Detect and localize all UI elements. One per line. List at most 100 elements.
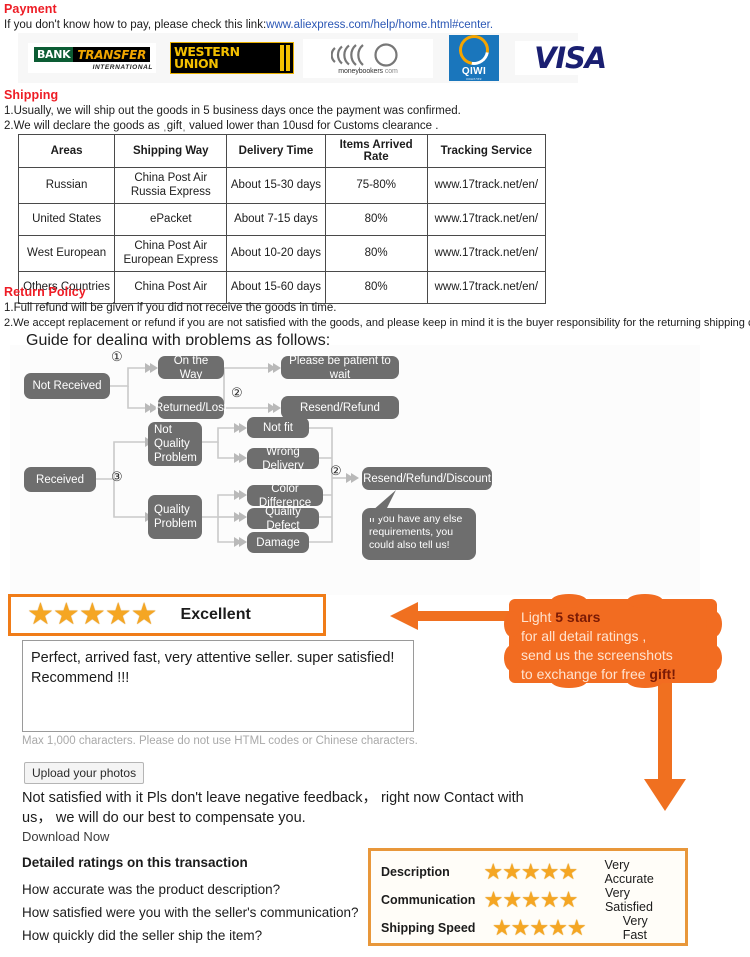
table-header-row: Areas Shipping Way Delivery Time Items A… bbox=[17, 134, 547, 168]
payment-logo-strip: BANK TRANSFER INTERNATIONAL WESTERN UNION bbox=[18, 29, 625, 83]
bank-transfer-bank-text: BANK bbox=[33, 47, 74, 62]
moneybookers-com: com bbox=[384, 67, 398, 75]
bank-transfer-transfer-text: TRANSFER bbox=[73, 47, 151, 62]
flow-node-on-the-way: On the Way bbox=[158, 355, 224, 381]
table-cell[interactable]: www.17track.net/en/ bbox=[426, 271, 547, 304]
feedback-stars[interactable]: ★★★★★ bbox=[27, 598, 158, 631]
star-icon[interactable]: ★ bbox=[502, 859, 522, 884]
star-icon[interactable]: ★ bbox=[483, 859, 503, 884]
table-cell: China Post Air bbox=[114, 271, 228, 304]
flow-node-not-fit: Not fit bbox=[247, 417, 309, 438]
callout-line3: send us the screenshots bbox=[521, 647, 673, 663]
table-row: Russian China Post Air Russia Express Abou… bbox=[17, 167, 547, 204]
table-cell: About 15-30 days bbox=[226, 167, 326, 204]
shipping-note-1: 1.Usually, we will ship out the goods in… bbox=[4, 105, 461, 117]
detailed-rating-stars[interactable]: ★★★★★ bbox=[483, 861, 600, 883]
table-cell[interactable]: www.17track.net/en/ bbox=[426, 167, 547, 204]
table-cell: About 7-15 days bbox=[226, 203, 326, 236]
table-cell: 80% bbox=[324, 203, 428, 236]
upload-photos-button[interactable]: Upload your photos bbox=[24, 762, 145, 784]
table-cell: West European bbox=[17, 235, 116, 272]
aliexpress-help-link[interactable]: www.aliexpress.com/help/home.html#center… bbox=[266, 19, 493, 31]
western-union-line2: UNION bbox=[174, 56, 219, 71]
visa-logo: VISA bbox=[510, 35, 630, 81]
detailed-rating-label: Shipping Speed bbox=[381, 921, 476, 935]
star-icon[interactable]: ★ bbox=[484, 887, 504, 912]
table-cell: ePacket bbox=[114, 203, 228, 236]
qiwi-name: QIWI bbox=[461, 66, 487, 77]
flow-node-wrong-delivery: Wrong Delivery bbox=[247, 446, 319, 472]
flow-node-color-difference: Color Difference bbox=[247, 483, 323, 509]
callout-line1-highlight: 5 stars bbox=[555, 609, 601, 625]
star-icon[interactable]: ★ bbox=[521, 887, 541, 912]
shipping-table: Areas Shipping Way Delivery Time Items A… bbox=[17, 134, 547, 304]
flow-node-received: Received bbox=[24, 467, 96, 492]
callout-line4-highlight: gift! bbox=[649, 666, 676, 682]
table-row: West European China Post Air European Exp… bbox=[17, 235, 547, 272]
table-cell[interactable]: www.17track.net/en/ bbox=[426, 203, 547, 236]
flow-marker-2: ② bbox=[231, 385, 243, 400]
payment-heading: Payment bbox=[4, 2, 57, 16]
star-icon[interactable]: ★ bbox=[529, 915, 549, 940]
payment-description-text: If you don't know how to pay, please che… bbox=[4, 19, 267, 31]
feedback-max-chars-hint: Max 1,000 characters. Please do not use … bbox=[22, 735, 418, 747]
flow-node-quality-problem: Quality Problem bbox=[148, 495, 202, 539]
callout-text: Light 5 stars for all detail ratings , s… bbox=[521, 608, 676, 684]
detailed-ratings-title: Detailed ratings on this transaction bbox=[22, 855, 248, 870]
th-shipping-way: Shipping Way bbox=[114, 134, 228, 168]
table-cell: 80% bbox=[324, 271, 428, 304]
flow-node-resend-refund: Resend/Refund bbox=[281, 396, 399, 419]
star-icon[interactable]: ★ bbox=[548, 915, 568, 940]
star-icon[interactable]: ★ bbox=[559, 887, 579, 912]
detailed-rating-value: Very Satisfied bbox=[604, 886, 653, 914]
star-icon[interactable]: ★ bbox=[131, 598, 158, 631]
flow-node-damage: Damage bbox=[247, 532, 309, 553]
star-icon[interactable]: ★ bbox=[105, 598, 132, 631]
detailed-rating-row: Shipping Speed ★★★★★ Very Fast bbox=[381, 914, 675, 942]
bank-transfer-international-text: INTERNATIONAL bbox=[92, 64, 153, 71]
star-icon[interactable]: ★ bbox=[521, 859, 541, 884]
star-icon[interactable]: ★ bbox=[558, 859, 578, 884]
table-cell: Russian bbox=[17, 167, 116, 204]
star-icon[interactable]: ★ bbox=[567, 915, 587, 940]
not-satisfied-note: Not satisfied with it Pls don't leave ne… bbox=[22, 790, 524, 826]
moneybookers-word: moneybookers bbox=[338, 67, 383, 75]
star-icon[interactable]: ★ bbox=[79, 598, 106, 631]
return-note-2: 2.We accept replacement or refund if you… bbox=[4, 317, 750, 329]
shipping-heading: Shipping bbox=[4, 88, 59, 102]
table-cell: About 15-60 days bbox=[226, 271, 326, 304]
rating-question-shipping: How quickly did the seller ship the item… bbox=[22, 928, 263, 943]
flow-node-not-received: Not Received bbox=[24, 373, 110, 399]
star-icon[interactable]: ★ bbox=[540, 887, 560, 912]
star-icon[interactable]: ★ bbox=[540, 859, 560, 884]
star-icon[interactable]: ★ bbox=[27, 598, 54, 631]
flow-node-please-wait: Please be patient to wait bbox=[281, 355, 399, 381]
detailed-rating-stars[interactable]: ★★★★★ bbox=[492, 917, 619, 939]
table-cell[interactable]: www.17track.net/en/ bbox=[426, 235, 547, 272]
detailed-rating-row: Description ★★★★★ Very Accurate bbox=[381, 858, 675, 886]
flow-node-returned-lost: Returned/Lost bbox=[155, 396, 227, 419]
flow-marker-3: ③ bbox=[111, 469, 123, 484]
feedback-textarea[interactable]: Perfect, arrived fast, very attentive se… bbox=[22, 640, 414, 732]
detailed-ratings-box: Description ★★★★★ Very Accurate Communicati… bbox=[368, 848, 688, 946]
bank-transfer-logo: BANK TRANSFER INTERNATIONAL bbox=[18, 35, 166, 81]
star-icon[interactable]: ★ bbox=[53, 598, 80, 631]
flow-marker-1: ① bbox=[111, 349, 123, 364]
western-union-bars-icon bbox=[280, 45, 290, 71]
moneybookers-logo: moneybookers com bbox=[298, 35, 438, 81]
th-tracking-service: Tracking Service bbox=[426, 134, 547, 168]
feedback-rating-box[interactable]: ★★★★★ Excellent bbox=[8, 594, 326, 636]
qiwi-logo: QIWI кошелек bbox=[438, 29, 510, 81]
five-stars-callout: Light 5 stars for all detail ratings , s… bbox=[504, 594, 722, 688]
left-pointing-arrow-icon bbox=[390, 602, 514, 630]
star-icon[interactable]: ★ bbox=[511, 915, 531, 940]
callout-line4-prefix: to exchange for free bbox=[521, 666, 650, 682]
star-icon[interactable]: ★ bbox=[492, 915, 512, 940]
star-icon[interactable]: ★ bbox=[502, 887, 522, 912]
rating-question-communication: How satisfied were you with the seller's… bbox=[22, 905, 359, 920]
detailed-rating-stars[interactable]: ★★★★★ bbox=[484, 889, 601, 911]
down-pointing-arrow-icon bbox=[644, 683, 686, 811]
download-now-link[interactable]: Download Now bbox=[22, 829, 109, 844]
visa-wordmark: VISA bbox=[534, 41, 607, 75]
table-cell: 75-80% bbox=[324, 167, 428, 204]
